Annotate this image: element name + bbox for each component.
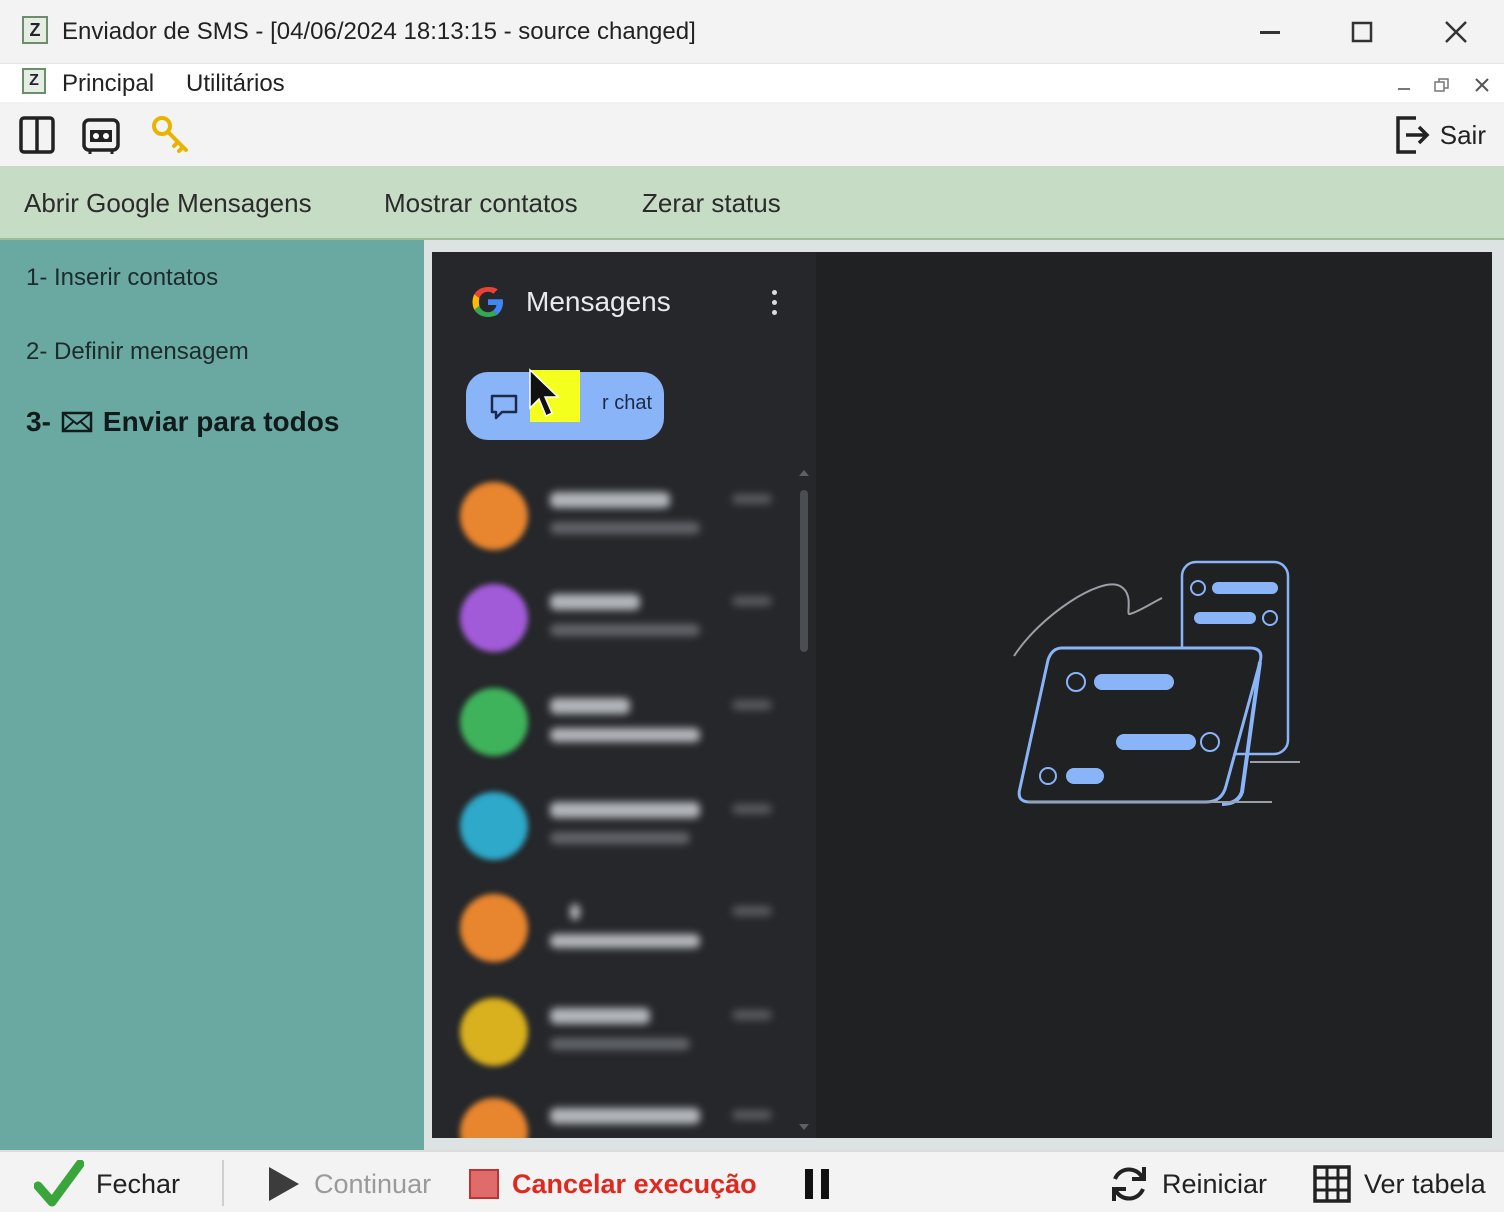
step-label: Enviar para todos bbox=[102, 406, 340, 437]
scanner-icon[interactable] bbox=[80, 114, 122, 156]
check-icon bbox=[34, 1160, 84, 1207]
pause-button[interactable] bbox=[802, 1162, 832, 1206]
conversation-item[interactable] bbox=[460, 894, 800, 978]
messages-webview: Mensagens r chat bbox=[432, 252, 1492, 1138]
refresh-icon bbox=[1112, 1167, 1146, 1201]
avatar bbox=[460, 482, 528, 550]
scroll-down-icon[interactable] bbox=[798, 1122, 810, 1132]
mdi-app-icon: Z bbox=[22, 68, 46, 94]
close-app-label: Fechar bbox=[96, 1168, 181, 1199]
restart-button[interactable]: Reiniciar bbox=[1108, 1162, 1267, 1206]
show-contacts-button[interactable]: Mostrar contatos bbox=[384, 188, 578, 219]
mdi-minimize-button[interactable] bbox=[1390, 72, 1418, 98]
conversation-item[interactable] bbox=[460, 482, 800, 566]
continue-button[interactable]: Continuar bbox=[266, 1162, 431, 1206]
empty-state-illustration bbox=[1013, 560, 1300, 806]
messages-brand-title: Mensagens bbox=[526, 286, 671, 317]
conversation-item[interactable] bbox=[460, 998, 800, 1082]
menu-utilitarios[interactable]: Utilitários bbox=[186, 70, 285, 98]
bottom-action-bar: Fechar Continuar Cancelar execução Reini… bbox=[0, 1150, 1504, 1212]
steps-sidebar: 1- Inserir contatos 2- Definir mensagem … bbox=[0, 240, 424, 1150]
conversation-item[interactable] bbox=[460, 584, 800, 668]
step-send-to-all[interactable]: 3- Enviar para todos bbox=[26, 406, 339, 438]
exit-label: Sair bbox=[1439, 119, 1486, 150]
view-table-button[interactable]: Ver tabela bbox=[1312, 1162, 1486, 1206]
restore-icon bbox=[1434, 78, 1449, 92]
avatar bbox=[460, 998, 528, 1066]
step-insert-contacts[interactable]: 1- Inserir contatos bbox=[26, 264, 218, 292]
close-button[interactable] bbox=[1428, 10, 1484, 54]
close-icon bbox=[1445, 21, 1467, 43]
close-icon bbox=[1475, 78, 1489, 92]
google-logo-icon bbox=[472, 287, 503, 317]
mdi-restore-button[interactable] bbox=[1428, 72, 1456, 98]
minimize-button[interactable] bbox=[1242, 10, 1298, 54]
avatar bbox=[460, 1098, 528, 1138]
restart-label: Reiniciar bbox=[1162, 1168, 1268, 1199]
conversation-panel: Mensagens r chat bbox=[432, 252, 816, 1138]
cancel-execution-label: Cancelar execução bbox=[512, 1168, 757, 1199]
cancel-execution-button[interactable]: Cancelar execução bbox=[468, 1162, 757, 1206]
scrollbar-thumb[interactable] bbox=[800, 490, 808, 652]
open-google-messages-button[interactable]: Abrir Google Mensagens bbox=[24, 188, 312, 219]
reset-status-button[interactable]: Zerar status bbox=[642, 188, 781, 219]
app-icon: Z bbox=[22, 16, 48, 44]
mouse-cursor-icon bbox=[529, 368, 560, 418]
view-table-label: Ver tabela bbox=[1364, 1168, 1486, 1199]
menu-bar: Z Principal Utilitários bbox=[0, 64, 1504, 102]
key-icon[interactable] bbox=[150, 114, 192, 156]
stop-icon bbox=[469, 1169, 499, 1199]
conversation-item[interactable] bbox=[460, 792, 800, 876]
window-title: Enviador de SMS - [04/06/2024 18:13:15 -… bbox=[62, 18, 696, 45]
action-bar: Abrir Google Mensagens Mostrar contatos … bbox=[0, 166, 1504, 240]
avatar bbox=[460, 688, 528, 756]
play-icon bbox=[269, 1167, 299, 1201]
toolbar: Sair bbox=[0, 102, 1504, 166]
close-app-button[interactable]: Fechar bbox=[34, 1160, 181, 1207]
minimize-icon bbox=[1398, 88, 1410, 90]
step-number: 3- bbox=[26, 406, 51, 437]
minimize-icon bbox=[1260, 31, 1280, 34]
avatar bbox=[460, 584, 528, 652]
separator bbox=[222, 1160, 224, 1206]
scroll-up-icon[interactable] bbox=[798, 468, 810, 478]
table-icon bbox=[1313, 1165, 1351, 1203]
exit-button[interactable]: Sair bbox=[1392, 112, 1486, 158]
avatar bbox=[460, 792, 528, 860]
conversation-item[interactable] bbox=[460, 1098, 800, 1138]
maximize-button[interactable] bbox=[1334, 10, 1390, 54]
exit-icon bbox=[1396, 116, 1430, 154]
avatar bbox=[460, 894, 528, 962]
envelope-icon bbox=[61, 411, 93, 433]
maximize-icon bbox=[1351, 21, 1373, 43]
pause-icon bbox=[805, 1169, 829, 1199]
mdi-close-button[interactable] bbox=[1468, 72, 1496, 98]
more-options-icon[interactable] bbox=[766, 288, 782, 318]
step-define-message[interactable]: 2- Definir mensagem bbox=[26, 338, 249, 366]
window-titlebar: Z Enviador de SMS - [04/06/2024 18:13:15… bbox=[0, 0, 1504, 64]
menu-principal[interactable]: Principal bbox=[62, 70, 154, 98]
continue-label: Continuar bbox=[314, 1168, 432, 1199]
conversation-item[interactable] bbox=[460, 688, 800, 772]
columns-icon[interactable] bbox=[16, 114, 58, 156]
chat-bubble-icon bbox=[490, 394, 518, 420]
new-chat-label: r chat bbox=[602, 392, 653, 414]
